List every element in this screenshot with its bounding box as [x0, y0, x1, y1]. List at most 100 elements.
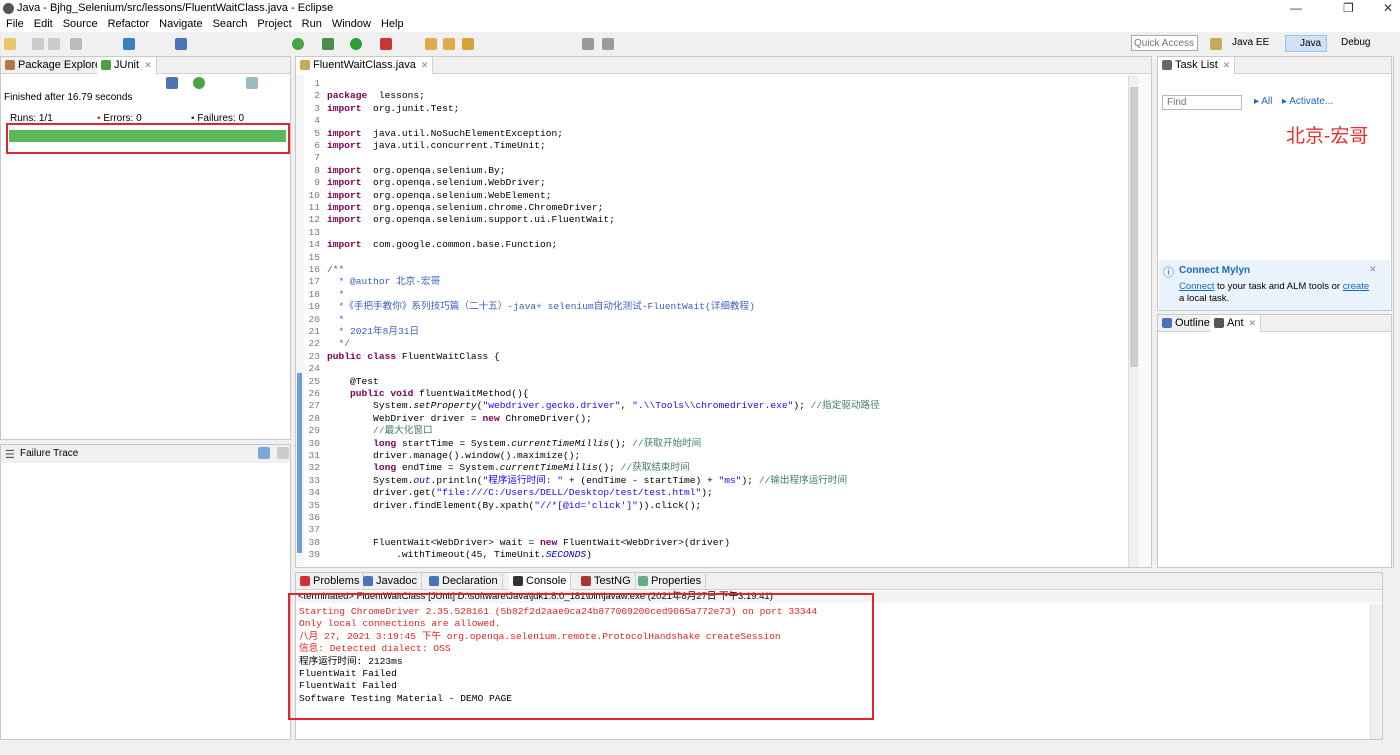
line-number: 26	[308, 388, 320, 399]
tab-fluentwaitclass-java[interactable]: FluentWaitClass.java ✕	[296, 57, 434, 74]
tab-outline[interactable]: Outline	[1158, 315, 1215, 332]
code-token: ChromeDriver();	[499, 412, 592, 424]
rerun-icon[interactable]	[193, 77, 205, 89]
tab-label: Task List	[1175, 59, 1218, 71]
tab-task-list[interactable]: Task List ✕	[1158, 57, 1236, 74]
code-token: "程序运行时间: "	[482, 474, 564, 486]
tab-properties[interactable]: Properties	[634, 573, 707, 590]
filter-stack-icon[interactable]	[258, 447, 270, 459]
show-failures-icon[interactable]	[166, 77, 178, 89]
tab-package-explorer[interactable]: Package Explorer	[1, 57, 110, 74]
new-icon[interactable]	[4, 38, 16, 50]
line-number: 38	[308, 536, 320, 548]
code-token: .println(	[430, 474, 483, 486]
line-number: 7	[314, 152, 320, 164]
menu-search[interactable]: Search	[208, 17, 253, 32]
line-number: 22	[308, 338, 320, 350]
vertical-scrollbar[interactable]	[1128, 75, 1139, 567]
menu-file[interactable]: File	[1, 17, 29, 32]
back-icon[interactable]	[582, 38, 594, 50]
code-token: import	[327, 189, 362, 201]
menu-navigate[interactable]: Navigate	[154, 17, 207, 32]
quick-access-input[interactable]	[1131, 35, 1198, 51]
code-token: currentTimeMillis	[511, 437, 610, 449]
code-token: @Test	[327, 375, 379, 387]
code-token: ,	[620, 400, 633, 412]
perspective-java[interactable]: Java	[1285, 35, 1327, 52]
open-folder-icon[interactable]	[443, 38, 455, 50]
line-number: 16	[308, 264, 320, 275]
forward-icon[interactable]	[602, 38, 614, 50]
print-icon[interactable]	[70, 38, 82, 50]
save-all-icon[interactable]	[48, 38, 60, 50]
search-icon[interactable]	[462, 38, 474, 50]
menu-window[interactable]: Window	[327, 17, 376, 32]
history-icon[interactable]	[246, 77, 258, 89]
perspective-java-ee[interactable]: Java EE	[1232, 37, 1269, 48]
tab-javadoc[interactable]: Javadoc	[359, 573, 422, 590]
save-icon[interactable]	[32, 38, 44, 50]
tab-ant[interactable]: Ant ✕	[1210, 315, 1262, 332]
code-token: "file:///C:/Users/DELL/Desktop/test/test…	[436, 487, 702, 499]
find-input[interactable]	[1162, 95, 1242, 110]
code-token: System.	[327, 474, 414, 486]
menu-run[interactable]: Run	[297, 17, 327, 32]
compare-icon[interactable]	[277, 447, 289, 459]
tab-testng[interactable]: TestNG	[577, 573, 636, 590]
menu-source[interactable]: Source	[58, 17, 103, 32]
line-number: 12	[308, 214, 320, 226]
line-text: import org.openqa.selenium.By;	[327, 165, 505, 177]
activate-link[interactable]: ▸ Activate...	[1282, 96, 1333, 107]
terminal-icon[interactable]	[123, 38, 135, 50]
line-number: 36	[308, 512, 320, 523]
code-token: ".\\Tools\\chromedriver.exe"	[632, 400, 794, 412]
code-token: driver.findElement(By.xpath(	[327, 499, 535, 511]
code-token: )	[586, 549, 592, 561]
minimize-button[interactable]: —	[1290, 1, 1302, 15]
close-icon[interactable]: ✕	[144, 60, 152, 70]
run-icon[interactable]	[350, 38, 362, 50]
all-link[interactable]: ▸ All	[1254, 96, 1272, 107]
create-link[interactable]: create	[1343, 281, 1369, 292]
debug-skip-icon[interactable]	[175, 38, 187, 50]
menu-project[interactable]: Project	[252, 17, 296, 32]
menu-refactor[interactable]: Refactor	[103, 17, 155, 32]
tab-label: Ant	[1227, 317, 1244, 329]
close-icon[interactable]: ✕	[1223, 60, 1231, 70]
tab-label: TestNG	[594, 575, 631, 587]
code-token: import	[327, 140, 362, 151]
code-token: package	[327, 90, 368, 102]
connect-link[interactable]: Connect	[1179, 281, 1214, 292]
perspective-debug[interactable]: Debug	[1341, 37, 1370, 48]
open-type-icon[interactable]	[425, 38, 437, 50]
close-icon[interactable]: ✕	[421, 60, 429, 70]
code-token: )).click();	[637, 499, 702, 511]
line-number: 11	[308, 202, 320, 213]
tab-console[interactable]: Console	[509, 573, 572, 590]
close-icon[interactable]: ✕	[1249, 318, 1257, 328]
console-scrollbar[interactable]	[1370, 604, 1382, 739]
maximize-button[interactable]: ❐	[1343, 1, 1354, 15]
tab-label: Package Explorer	[18, 59, 105, 71]
close-icon[interactable]: ✕	[1369, 264, 1377, 275]
tab-declaration[interactable]: Declaration	[425, 573, 503, 590]
code-token: import	[327, 177, 362, 189]
tab-junit[interactable]: JUnit ✕	[97, 57, 157, 74]
code-token: FluentWaitClass {	[396, 350, 500, 362]
tab-problems[interactable]: Problems	[296, 573, 365, 590]
open-perspective-icon[interactable]	[1210, 38, 1222, 50]
coverage-icon[interactable]	[292, 38, 304, 50]
external-tools-icon[interactable]	[380, 38, 392, 50]
debug-icon[interactable]	[322, 38, 334, 50]
line-number: 39	[308, 549, 320, 561]
code-token: out	[413, 474, 431, 486]
close-button[interactable]: ✕	[1383, 1, 1393, 15]
testng-icon	[581, 576, 591, 586]
menu-edit[interactable]: Edit	[29, 17, 58, 32]
activate-label: Activate...	[1289, 96, 1334, 107]
line-number: 2	[314, 90, 320, 102]
scroll-thumb[interactable]	[1130, 87, 1138, 367]
side-trim	[1393, 56, 1400, 568]
line-number: 34	[308, 487, 320, 499]
menu-help[interactable]: Help	[376, 17, 409, 32]
